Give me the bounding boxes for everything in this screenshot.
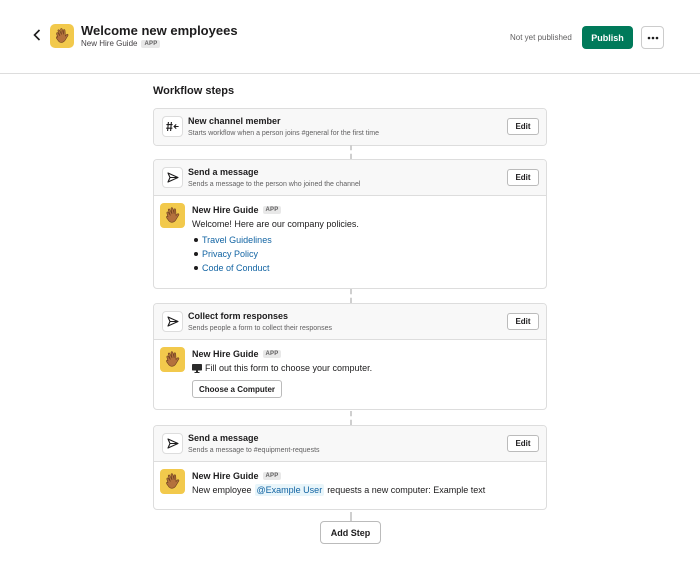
message-text: Fill out this form to choose your comput… (192, 362, 538, 374)
step-header: Send a message Sends a message to the pe… (154, 160, 546, 196)
message-body: Fill out this form to choose your comput… (205, 363, 373, 373)
top-header: Welcome new employees New Hire Guide APP… (0, 0, 700, 74)
step-connector (350, 411, 352, 425)
step-icon (162, 116, 183, 137)
publish-button[interactable]: Publish (582, 26, 633, 49)
choose-computer-button[interactable]: Choose a Computer (192, 380, 283, 398)
step-connector (350, 145, 352, 159)
author-name: New Hire Guide (192, 204, 259, 215)
step-header: Send a message Sends a message to #equip… (154, 426, 546, 462)
app-subtitle: New Hire Guide APP (81, 39, 161, 48)
step-header: New channel member Starts workflow when … (154, 109, 546, 145)
workflow-step-trigger: New channel member Starts workflow when … (153, 108, 547, 146)
waving-hand-icon (166, 351, 180, 367)
workflow-step-send-request: Send a message Sends a message to #equip… (153, 425, 547, 510)
list-item: Code of Conduct (192, 261, 538, 275)
page-title: Welcome new employees (81, 23, 238, 38)
edit-step-button[interactable]: Edit (507, 313, 539, 330)
message-preview: New Hire Guide APP Fill out this form to… (154, 340, 546, 409)
send-icon (166, 172, 179, 183)
add-step-button[interactable]: Add Step (320, 521, 381, 544)
step-name: Collect form responses (188, 311, 289, 321)
step-description: Starts workflow when a person joins #gen… (188, 130, 380, 137)
app-name: New Hire Guide (81, 39, 138, 48)
list-item: Travel Guidelines (192, 233, 538, 247)
link-privacy-policy[interactable]: Privacy Policy (202, 249, 258, 259)
step-connector (350, 512, 352, 521)
message-text-before: New employee (192, 485, 252, 495)
app-logo (50, 24, 74, 48)
step-icon (162, 433, 183, 454)
message-text: Welcome! Here are our company policies. (192, 218, 538, 230)
edit-step-button[interactable]: Edit (507, 435, 539, 452)
app-badge: APP (141, 39, 161, 48)
policy-link-list: Travel Guidelines Privacy Policy Code of… (192, 233, 538, 275)
waving-hand-icon (166, 473, 180, 489)
back-button[interactable] (28, 25, 46, 45)
publish-status: Not yet published (510, 33, 572, 42)
message-preview: New Hire Guide APP New employee @Example… (154, 462, 546, 509)
avatar (160, 469, 185, 494)
message-author: New Hire Guide APP (192, 204, 538, 215)
step-name: Send a message (188, 167, 259, 177)
step-header: Collect form responses Sends people a fo… (154, 304, 546, 340)
message-author: New Hire Guide APP (192, 348, 538, 359)
author-name: New Hire Guide (192, 470, 259, 481)
step-connector (350, 289, 352, 303)
app-badge: APP (262, 349, 282, 358)
link-travel-guidelines[interactable]: Travel Guidelines (202, 235, 272, 245)
step-description: Sends a message to the person who joined… (188, 181, 361, 188)
computer-icon (192, 363, 202, 373)
send-icon (166, 438, 179, 449)
avatar (160, 203, 185, 228)
message-body: Welcome! Here are our company policies. (192, 219, 359, 229)
more-options-button[interactable] (641, 26, 664, 49)
message-author: New Hire Guide APP (192, 470, 538, 481)
step-name: Send a message (188, 433, 259, 443)
link-code-of-conduct[interactable]: Code of Conduct (202, 263, 270, 273)
workflow-step-send-message: Send a message Sends a message to the pe… (153, 159, 547, 289)
step-name: New channel member (188, 116, 281, 126)
avatar (160, 347, 185, 372)
send-icon (166, 316, 179, 327)
list-item: Privacy Policy (192, 247, 538, 261)
edit-step-button[interactable]: Edit (507, 169, 539, 186)
app-badge: APP (262, 205, 282, 214)
step-icon (162, 311, 183, 332)
message-text-after: requests a new computer: Example text (327, 485, 486, 495)
edit-step-button[interactable]: Edit (507, 118, 539, 135)
step-icon (162, 167, 183, 188)
author-name: New Hire Guide (192, 348, 259, 359)
channel-join-icon (166, 121, 179, 132)
workflow-step-collect-form: Collect form responses Sends people a fo… (153, 303, 547, 410)
chevron-left-icon (33, 29, 41, 41)
message-preview: New Hire Guide APP Welcome! Here are our… (154, 196, 546, 288)
waving-hand-icon (55, 28, 69, 43)
step-description: Sends a message to #equipment-requests (188, 447, 320, 454)
user-mention[interactable]: @Example User (254, 484, 325, 496)
section-title: Workflow steps (153, 85, 235, 97)
message-text: New employee @Example User requests a ne… (192, 484, 538, 496)
waving-hand-icon (166, 207, 180, 223)
step-description: Sends people a form to collect their res… (188, 325, 332, 332)
app-badge: APP (262, 471, 282, 480)
more-horizontal-icon (647, 36, 658, 39)
